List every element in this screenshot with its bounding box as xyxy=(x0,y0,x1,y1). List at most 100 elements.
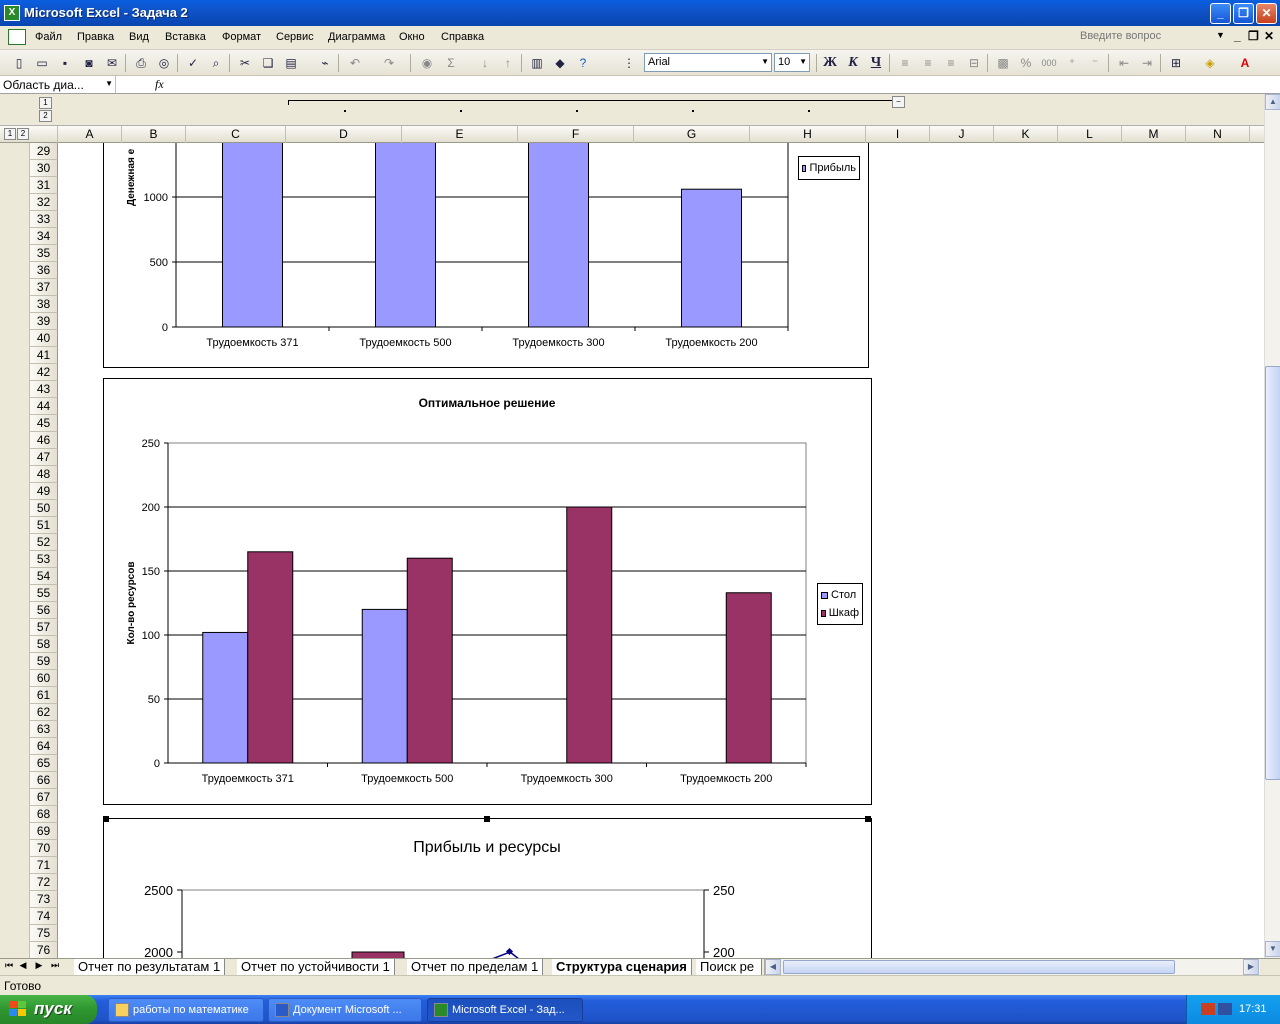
italic-button[interactable]: К xyxy=(844,54,862,72)
column-header[interactable]: L xyxy=(1058,126,1122,143)
align-right-icon[interactable]: ≡ xyxy=(942,54,960,72)
insert-function-button[interactable]: fx xyxy=(155,77,164,92)
sheet-tab[interactable]: Отчет по устойчивости 1 xyxy=(237,959,395,975)
row-header[interactable]: 29 xyxy=(30,143,58,160)
menu-view[interactable]: Вид xyxy=(129,31,149,43)
sheet-tab[interactable]: Отчет по результатам 1 xyxy=(74,959,226,975)
column-header[interactable]: K xyxy=(994,126,1058,143)
format-painter-icon[interactable]: ⌁ xyxy=(316,54,334,72)
profit-chart-legend[interactable]: Прибыль xyxy=(798,156,860,180)
horizontal-scroll-thumb[interactable] xyxy=(783,960,1175,974)
row-header[interactable]: 75 xyxy=(30,925,58,942)
fill-color-icon[interactable]: ◈ xyxy=(1201,54,1219,72)
font-name-select[interactable]: Arial ▼ xyxy=(644,53,772,72)
scroll-down-button[interactable]: ▼ xyxy=(1265,941,1280,957)
font-size-select[interactable]: 10 ▼ xyxy=(774,53,810,72)
toolbar-options-icon[interactable]: ⋮ xyxy=(620,54,638,72)
excel-app-icon[interactable]: X xyxy=(4,5,20,21)
tray-network-icon[interactable] xyxy=(1201,1003,1215,1015)
chevron-down-icon[interactable]: ▼ xyxy=(105,79,113,88)
menu-window[interactable]: Окно xyxy=(399,31,425,43)
save-icon[interactable]: ▪ xyxy=(56,54,74,72)
drawing-icon[interactable]: ◆ xyxy=(551,54,569,72)
horizontal-scrollbar[interactable]: ◀ ▶ xyxy=(764,959,1260,975)
row-header[interactable]: 37 xyxy=(30,279,58,296)
row-outline-level-2-button[interactable]: 2 xyxy=(17,128,29,140)
decrease-indent-icon[interactable]: ⇤ xyxy=(1115,54,1133,72)
percent-button[interactable]: % xyxy=(1017,54,1035,72)
column-header[interactable]: A xyxy=(58,126,122,143)
hyperlink-icon[interactable]: ◉ xyxy=(418,54,436,72)
row-header[interactable]: 53 xyxy=(30,551,58,568)
close-button[interactable]: ✕ xyxy=(1256,3,1277,24)
column-header[interactable]: E xyxy=(402,126,518,143)
row-header[interactable]: 54 xyxy=(30,568,58,585)
thousands-button[interactable]: 000 xyxy=(1040,54,1058,72)
row-header[interactable]: 55 xyxy=(30,585,58,602)
new-file-icon[interactable]: ▯ xyxy=(10,54,28,72)
column-header[interactable]: I xyxy=(866,126,930,143)
ask-question-input[interactable]: Введите вопрос xyxy=(1080,30,1230,42)
row-header[interactable]: 74 xyxy=(30,908,58,925)
profit-chart[interactable]: 0 500 1000 Трудоемкость 371 Трудоемкость 500… xyxy=(103,143,869,368)
chart-wizard-icon[interactable]: ▥ xyxy=(528,54,546,72)
vertical-scrollbar[interactable]: ▲ ▼ xyxy=(1264,94,1280,958)
column-header[interactable]: B xyxy=(122,126,186,143)
sheet-tab[interactable]: Поиск ре xyxy=(696,959,762,975)
print-preview-icon[interactable]: ◎ xyxy=(155,54,173,72)
outline-collapse-button[interactable]: − xyxy=(892,96,905,108)
decrease-decimal-icon[interactable]: ⁻ xyxy=(1086,54,1104,72)
row-header[interactable]: 34 xyxy=(30,228,58,245)
column-header[interactable]: C xyxy=(186,126,286,143)
row-header[interactable]: 56 xyxy=(30,602,58,619)
scroll-right-button[interactable]: ▶ xyxy=(1243,959,1259,975)
redo-icon[interactable]: ↷ xyxy=(380,54,398,72)
optimal-solution-chart-legend[interactable]: Стол Шкаф xyxy=(817,583,863,625)
menu-file[interactable]: Файл xyxy=(35,31,62,43)
font-color-icon[interactable]: A xyxy=(1236,54,1254,72)
row-header[interactable]: 31 xyxy=(30,177,58,194)
selection-handle[interactable] xyxy=(103,816,109,822)
currency-icon[interactable]: ▩ xyxy=(994,54,1012,72)
open-folder-icon[interactable]: ▭ xyxy=(33,54,51,72)
row-header[interactable]: 49 xyxy=(30,483,58,500)
row-header[interactable]: 59 xyxy=(30,653,58,670)
increase-decimal-icon[interactable]: ⁺ xyxy=(1063,54,1081,72)
permission-icon[interactable]: ◙ xyxy=(80,54,98,72)
merge-center-icon[interactable]: ⊟ xyxy=(965,54,983,72)
menu-insert[interactable]: Вставка xyxy=(165,31,206,43)
sort-descending-icon[interactable]: ↑ xyxy=(499,54,517,72)
row-header[interactable]: 48 xyxy=(30,466,58,483)
taskbar-item-word[interactable]: Документ Microsoft ... xyxy=(268,998,422,1022)
selection-handle[interactable] xyxy=(484,816,490,822)
row-header[interactable]: 32 xyxy=(30,194,58,211)
next-sheet-button[interactable]: ▶ xyxy=(33,960,45,971)
row-header[interactable]: 47 xyxy=(30,449,58,466)
row-header[interactable]: 46 xyxy=(30,432,58,449)
menu-edit[interactable]: Правка xyxy=(77,31,114,43)
selection-handle[interactable] xyxy=(865,816,871,822)
row-header[interactable]: 66 xyxy=(30,772,58,789)
taskbar-item-folder[interactable]: работы по математике xyxy=(108,998,264,1022)
row-header[interactable]: 76 xyxy=(30,942,58,958)
row-header[interactable]: 72 xyxy=(30,874,58,891)
menu-tools[interactable]: Сервис xyxy=(276,31,314,43)
sort-ascending-icon[interactable]: ↓ xyxy=(476,54,494,72)
row-header[interactable]: 52 xyxy=(30,534,58,551)
row-header[interactable]: 60 xyxy=(30,670,58,687)
row-header[interactable]: 61 xyxy=(30,687,58,704)
row-header[interactable]: 70 xyxy=(30,840,58,857)
row-header[interactable]: 62 xyxy=(30,704,58,721)
cut-icon[interactable]: ✂ xyxy=(236,54,254,72)
tray-language-icon[interactable] xyxy=(1218,1003,1232,1015)
last-sheet-button[interactable]: ⏭ xyxy=(49,960,61,971)
column-header[interactable]: J xyxy=(930,126,994,143)
spelling-icon[interactable]: ✓ xyxy=(184,54,202,72)
row-header[interactable]: 69 xyxy=(30,823,58,840)
row-header[interactable]: 42 xyxy=(30,364,58,381)
undo-icon[interactable]: ↶ xyxy=(346,54,364,72)
minimize-button[interactable]: _ xyxy=(1210,3,1231,24)
row-header[interactable]: 64 xyxy=(30,738,58,755)
underline-button[interactable]: Ч xyxy=(867,54,885,72)
sheet-tab[interactable]: Отчет по пределам 1 xyxy=(407,959,544,975)
